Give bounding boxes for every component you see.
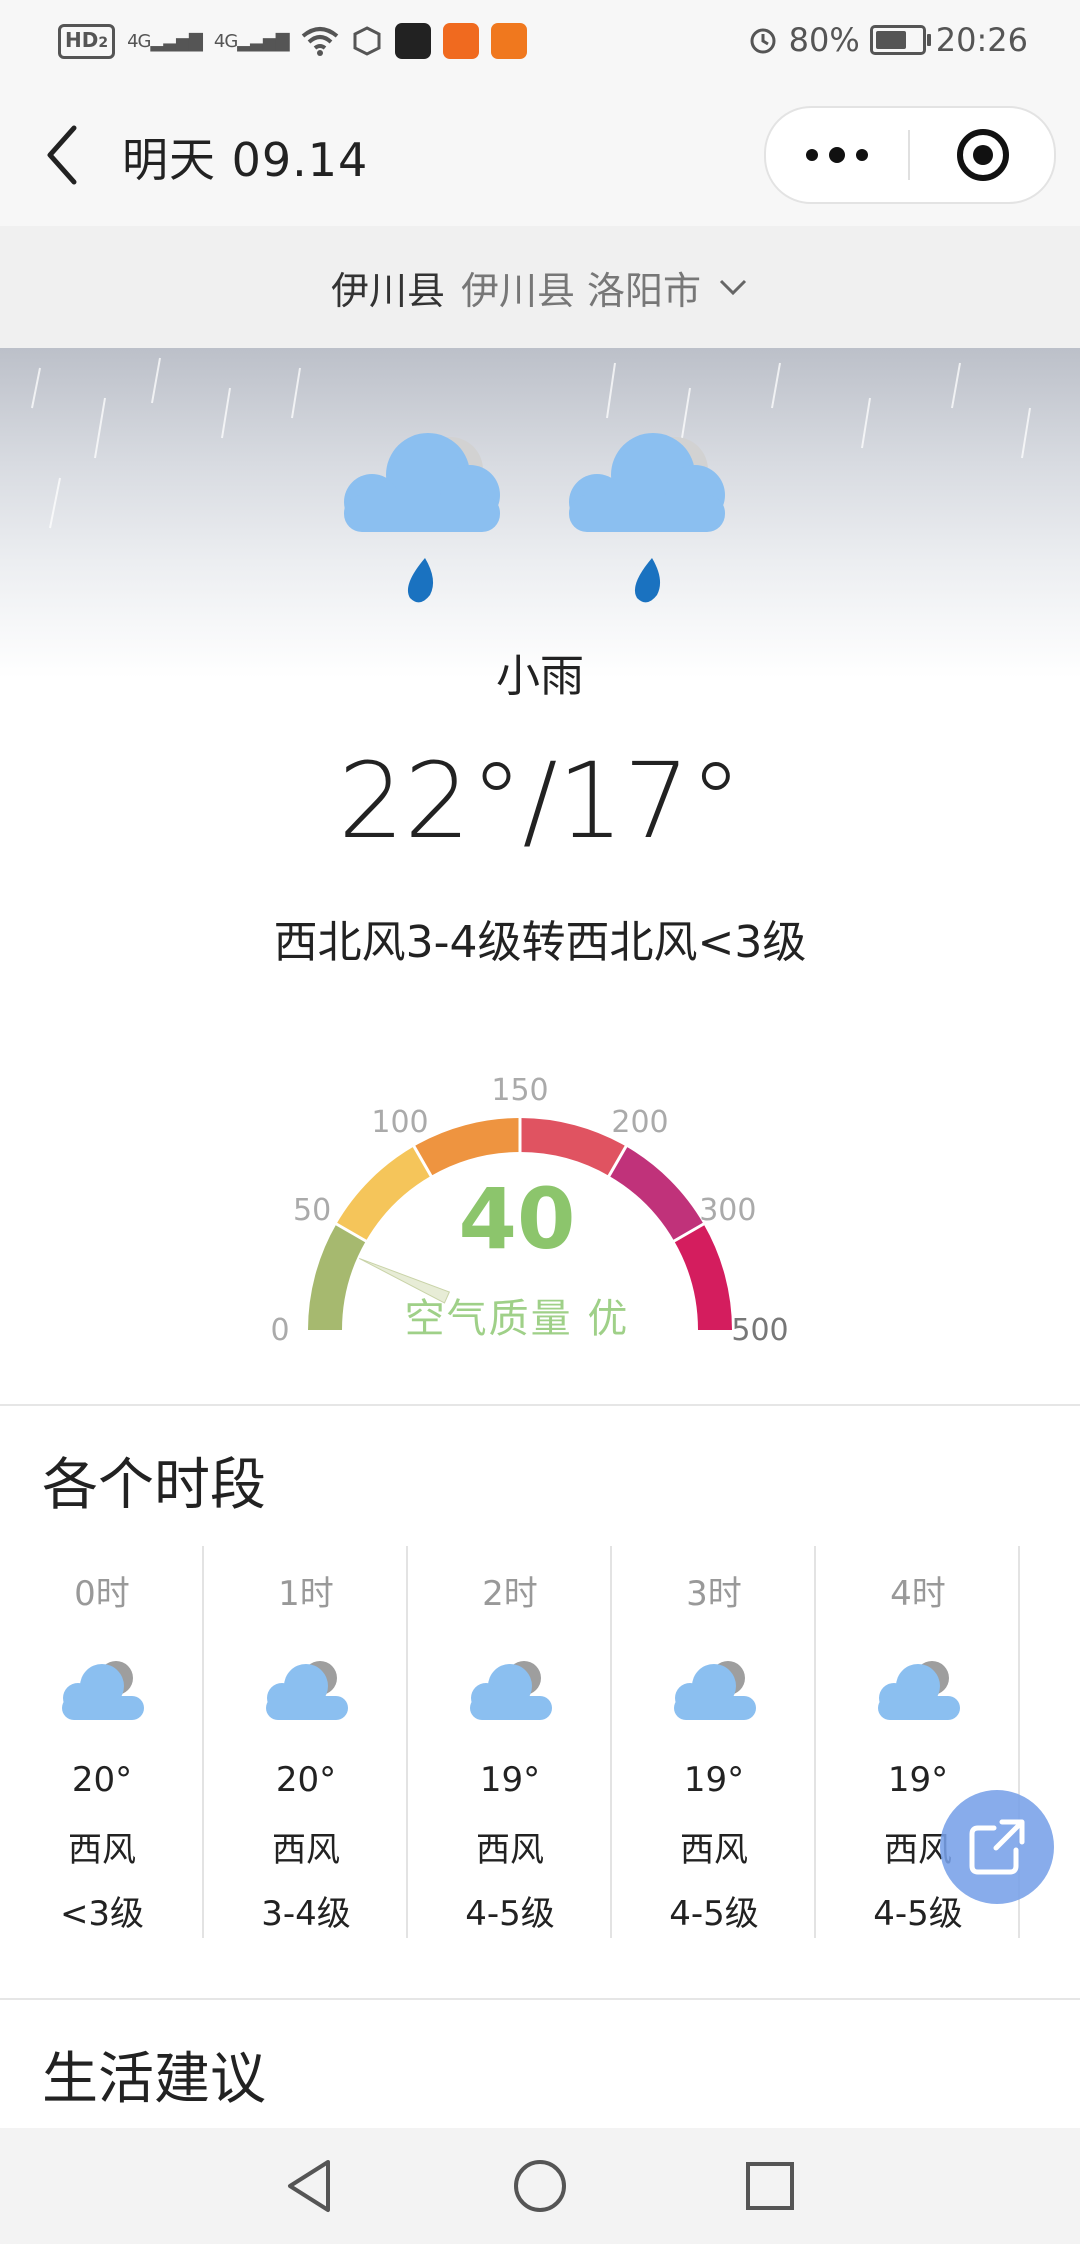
location-sub: 伊川县 洛阳市 <box>460 268 702 313</box>
hour-temp: 19° <box>683 1760 745 1800</box>
hour-wind-level: 4-5级 <box>669 1894 759 1934</box>
back-icon[interactable] <box>40 120 84 190</box>
aqi-label: 空气质量 优 <box>404 1296 630 1342</box>
hour-item[interactable]: 2时 19° 西风 4-5级 <box>408 1546 612 1938</box>
alarm-icon <box>750 28 776 54</box>
hour-time: 0时 <box>74 1574 130 1614</box>
page-title: 明天 09.14 <box>122 133 369 187</box>
cloudy-icon <box>674 1661 756 1720</box>
hour-time: 2时 <box>482 1574 538 1614</box>
share-button[interactable] <box>940 1790 1054 1904</box>
signal-1-icon: 4G▂▃▅▇ <box>127 30 203 52</box>
target-icon <box>957 129 1009 181</box>
signal-1-label: 4G <box>127 30 151 52</box>
nav-recents-icon[interactable] <box>738 2154 802 2218</box>
status-left: HD2 4G▂▃▅▇ 4G▂▃▅▇ <box>58 20 527 62</box>
hour-time: 4时 <box>890 1574 946 1614</box>
video-app-icon <box>394 23 431 59</box>
close-mini-program-button[interactable] <box>912 108 1054 202</box>
status-right: 80% 20:26 <box>747 18 1028 62</box>
clock: 20:26 <box>935 21 1028 59</box>
capsule-divider <box>908 130 910 180</box>
hour-temp: 20° <box>275 1760 337 1800</box>
weather-condition: 小雨 <box>496 651 584 702</box>
battery-fill <box>875 31 906 49</box>
signal-2-icon: 4G▂▃▅▇ <box>213 30 290 52</box>
hour-item[interactable]: 3时 19° 西风 4-5级 <box>612 1546 816 1938</box>
cloudy-icon <box>62 1661 144 1720</box>
hour-item[interactable]: 0时 20° 西风 <3级 <box>0 1546 204 1938</box>
more-button[interactable] <box>766 108 908 202</box>
battery-percent: 80% <box>788 21 860 59</box>
life-advice-title: 生活建议 <box>42 2047 266 2112</box>
aqi-gauge-segment <box>414 1118 521 1177</box>
battery-icon <box>869 25 931 55</box>
hour-wind-direction: 西风 <box>68 1830 136 1870</box>
nav-back-icon[interactable] <box>278 2154 342 2218</box>
temperature-range: 22°/17° <box>338 740 742 862</box>
hour-item[interactable]: 1时 20° 西风 3-4级 <box>204 1546 408 1938</box>
send-app-icon <box>442 23 479 59</box>
hour-wind-direction: 西风 <box>272 1830 340 1870</box>
cloudy-icon <box>470 1661 552 1720</box>
wifi-icon <box>301 27 338 56</box>
location-selector[interactable]: 伊川县 伊川县 洛阳市 <box>0 226 1080 348</box>
aqi-value: 40 <box>458 1170 576 1268</box>
wind-description: 西北风3-4级转西北风<3级 <box>273 917 807 968</box>
location-main: 伊川县 <box>330 268 445 313</box>
chevron-down-icon <box>719 279 747 296</box>
cloudy-icon <box>878 1661 960 1720</box>
hour-wind-level: <3级 <box>59 1894 145 1934</box>
hour-wind-level: 4-5级 <box>465 1894 555 1934</box>
section-divider <box>0 1404 1080 1406</box>
status-bar: HD2 4G▂▃▅▇ 4G▂▃▅▇ 80% 20:26 <box>0 0 1080 82</box>
hour-wind-direction: 西风 <box>680 1830 748 1870</box>
aqi-gauge-tick-label: 150 <box>491 1073 548 1108</box>
hourly-forecast-list[interactable]: 0时 20° 西风 <3级 1时 20° 西风 3-4级 2时 19° 西风 4… <box>0 1546 1080 1938</box>
aqi-gauge-tick-label: 100 <box>371 1105 428 1140</box>
battery-tip <box>926 34 931 46</box>
shield-icon <box>353 26 381 56</box>
rain-icons <box>344 433 725 603</box>
share-icon <box>969 1819 1025 1875</box>
more-dots-icon <box>806 147 868 163</box>
hd-indicator: HD2 <box>58 23 116 59</box>
kuaishou-app-icon <box>490 23 527 59</box>
system-nav-bar <box>0 2128 1080 2244</box>
cloudy-icon <box>266 1661 348 1720</box>
hourly-section-title: 各个时段 <box>42 1453 266 1518</box>
rain-cloud-icon-2 <box>569 433 725 603</box>
hour-wind-direction: 西风 <box>476 1830 544 1870</box>
nav-home-icon[interactable] <box>508 2154 572 2218</box>
mini-program-capsule <box>764 106 1056 204</box>
rain-cloud-icon-1 <box>344 433 500 603</box>
hour-temp: 20° <box>71 1760 133 1800</box>
hd-sub: 2 <box>98 34 109 51</box>
hour-wind-level: 3-4级 <box>261 1894 351 1934</box>
title-bar: 明天 09.14 <box>0 82 1080 226</box>
aqi-gauge-tick-label: 200 <box>611 1105 668 1140</box>
section-divider <box>0 1998 1080 2000</box>
hour-time: 1时 <box>278 1574 334 1614</box>
aqi-gauge-segment <box>519 1118 626 1177</box>
hd-text: HD <box>65 27 99 52</box>
hour-time: 3时 <box>686 1574 742 1614</box>
hour-temp: 19° <box>479 1760 541 1800</box>
signal-2-label: 4G <box>213 30 238 52</box>
